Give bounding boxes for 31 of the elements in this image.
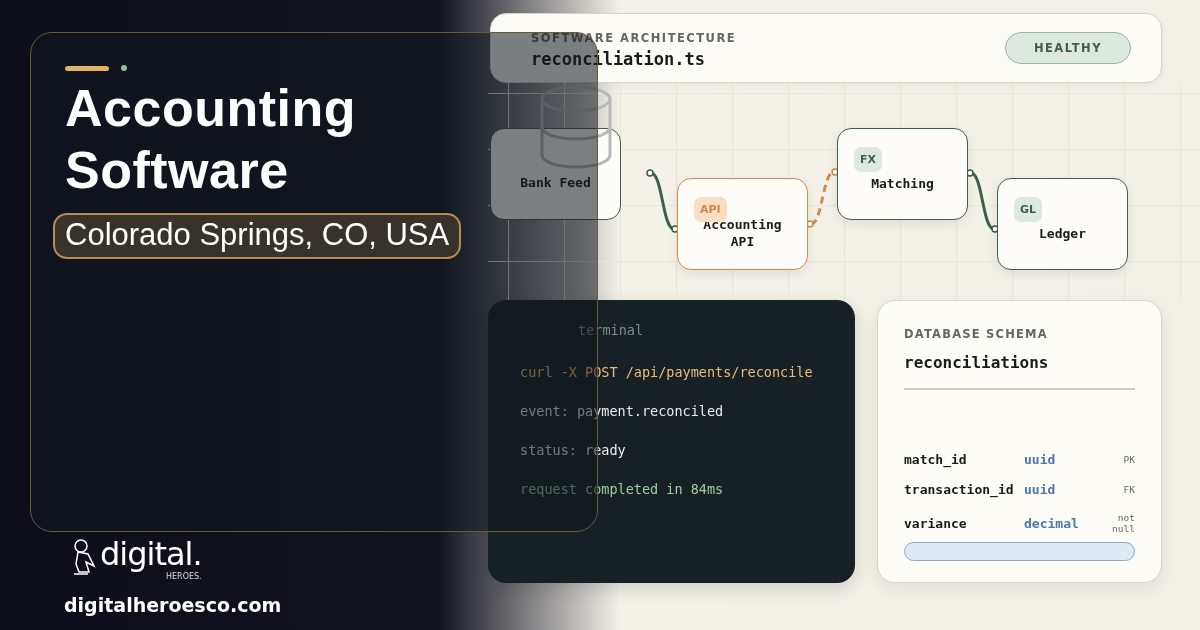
location-tag: Colorado Springs, CO, USA	[53, 213, 462, 259]
field-name: variance	[904, 515, 968, 531]
mascot-icon	[72, 538, 98, 578]
terminal-line: curl -X POST /api/payments/reconcile	[520, 364, 814, 380]
node-badge: API	[694, 197, 727, 222]
terminal-line: request completed in 84ms	[520, 481, 725, 497]
field-type: uuid	[1024, 452, 1057, 467]
accent-dot	[121, 65, 127, 71]
logo-wordmark: digital.	[100, 538, 202, 570]
field-constraint: FK	[1122, 484, 1135, 495]
status-badge: HEALTHY	[1004, 32, 1131, 64]
node-label: Ledger	[1038, 224, 1087, 242]
section-eyebrow: DATABASE SCHEMA	[904, 327, 1049, 341]
database-icon	[540, 85, 612, 171]
table-name: reconciliations	[904, 353, 1135, 390]
logo-subtitle: HEROES.	[166, 572, 202, 582]
field-name: match_id	[904, 452, 968, 467]
node-label: Matching	[870, 174, 935, 192]
node-label: Bank Feed	[520, 173, 591, 191]
field-constraint: PK	[1122, 454, 1135, 465]
accent-bar	[65, 65, 109, 71]
field-name: transaction_id	[904, 482, 1015, 497]
page-title: Accounting Software	[65, 78, 357, 201]
field-constraint: not null	[1111, 512, 1135, 534]
field-type: uuid	[1024, 482, 1057, 497]
node-badge: GL	[1014, 197, 1043, 222]
field-type: decimal	[1024, 515, 1080, 531]
terminal-line: status: ready	[520, 442, 627, 458]
terminal-line: event: payment.reconciled	[520, 403, 725, 419]
node-badge: FX	[854, 147, 882, 172]
website-url: digitalheroesco.com	[64, 594, 283, 616]
